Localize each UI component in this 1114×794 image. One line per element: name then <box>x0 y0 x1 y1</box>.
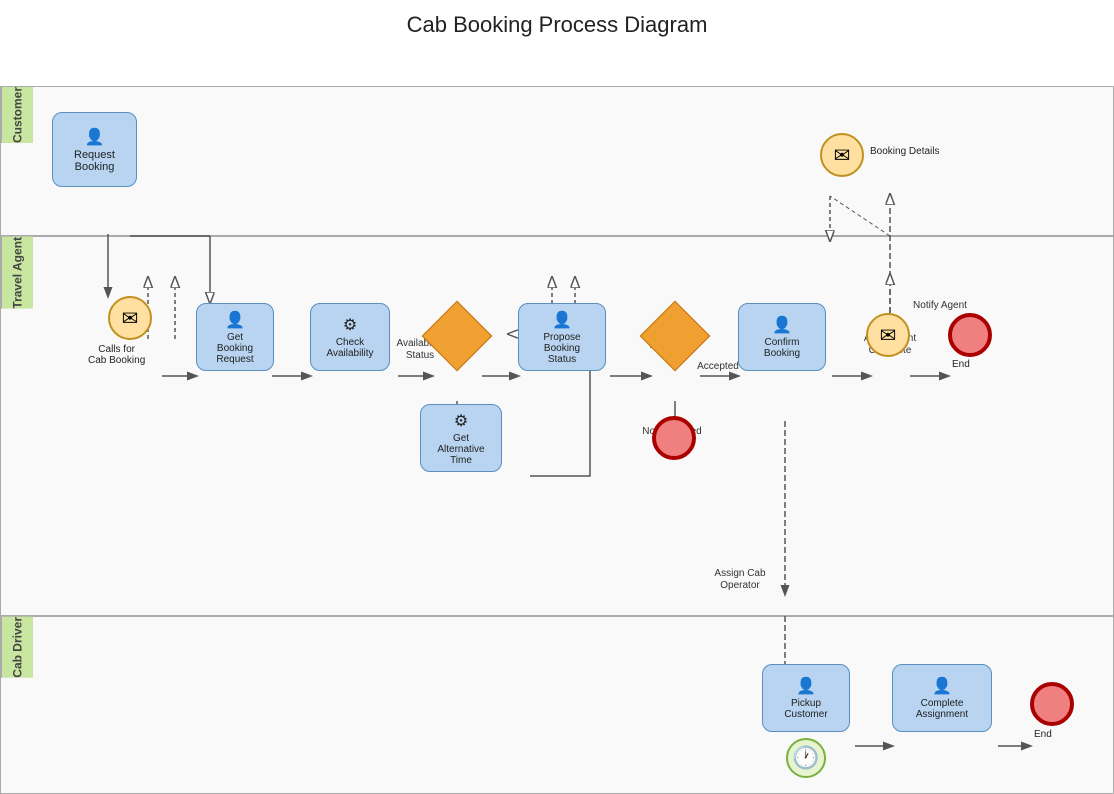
end-travel-event <box>948 313 992 357</box>
person-icon3: 👤 <box>552 310 572 330</box>
assignment-complete-event: ✉ <box>866 313 910 357</box>
envelope-icon3: ✉ <box>880 323 897 348</box>
lane-content-travel <box>33 237 1113 615</box>
gear-icon2: ⚙ <box>454 411 468 431</box>
get-alternative-time-task[interactable]: ⚙ Get Alternative Time <box>420 404 502 472</box>
calls-cab-booking-label: Calls forCab Booking <box>88 344 145 366</box>
gateway-diamond1 <box>422 301 493 372</box>
lane-label-driver: Cab Driver <box>1 617 33 678</box>
swim-lane-customer: Customer <box>0 86 1114 236</box>
envelope-icon: ✉ <box>834 143 851 168</box>
lane-content-customer <box>33 87 1113 235</box>
pickup-customer-task[interactable]: 👤 Pickup Customer <box>762 664 850 732</box>
propose-booking-status-task[interactable]: 👤 Propose Booking Status <box>518 303 606 371</box>
booking-details-label: Booking Details <box>870 146 939 157</box>
complete-assignment-task[interactable]: 👤 Complete Assignment <box>892 664 992 732</box>
person-icon5: 👤 <box>796 676 816 696</box>
calls-cab-booking-event: ✉ <box>108 296 152 340</box>
person-icon6: 👤 <box>932 676 952 696</box>
person-icon4: 👤 <box>772 315 792 335</box>
swim-lane-travel: Travel Agent <box>0 236 1114 616</box>
end-driver-label: End <box>1034 729 1052 740</box>
lane-label-customer: Customer <box>1 87 33 143</box>
end-travel-label: End <box>952 359 970 370</box>
diagram-container: Customer Travel Agent Cab Driver <box>0 46 1114 794</box>
get-booking-request-task[interactable]: 👤 Get Booking Request <box>196 303 274 371</box>
end-driver-event <box>1030 682 1074 726</box>
check-availability-task[interactable]: ⚙ Check Availability <box>310 303 390 371</box>
gear-icon: ⚙ <box>343 315 357 335</box>
request-booking-task[interactable]: 👤 Request Booking <box>52 112 137 187</box>
availability-gateway <box>432 311 482 361</box>
person-icon: 👤 <box>85 127 105 147</box>
confirm-booking-task[interactable]: 👤 Confirm Booking <box>738 303 826 371</box>
gateway-diamond2 <box>640 301 711 372</box>
end-not-accepted-event <box>652 416 696 460</box>
envelope-icon2: ✉ <box>122 306 139 331</box>
lane-label-travel: Travel Agent <box>1 237 33 309</box>
booking-details-event: ✉ <box>820 133 864 177</box>
page-title: Cab Booking Process Diagram <box>0 0 1114 46</box>
response-gateway <box>650 311 700 361</box>
timer-event: 🕐 <box>786 738 826 778</box>
person-icon2: 👤 <box>225 310 245 330</box>
